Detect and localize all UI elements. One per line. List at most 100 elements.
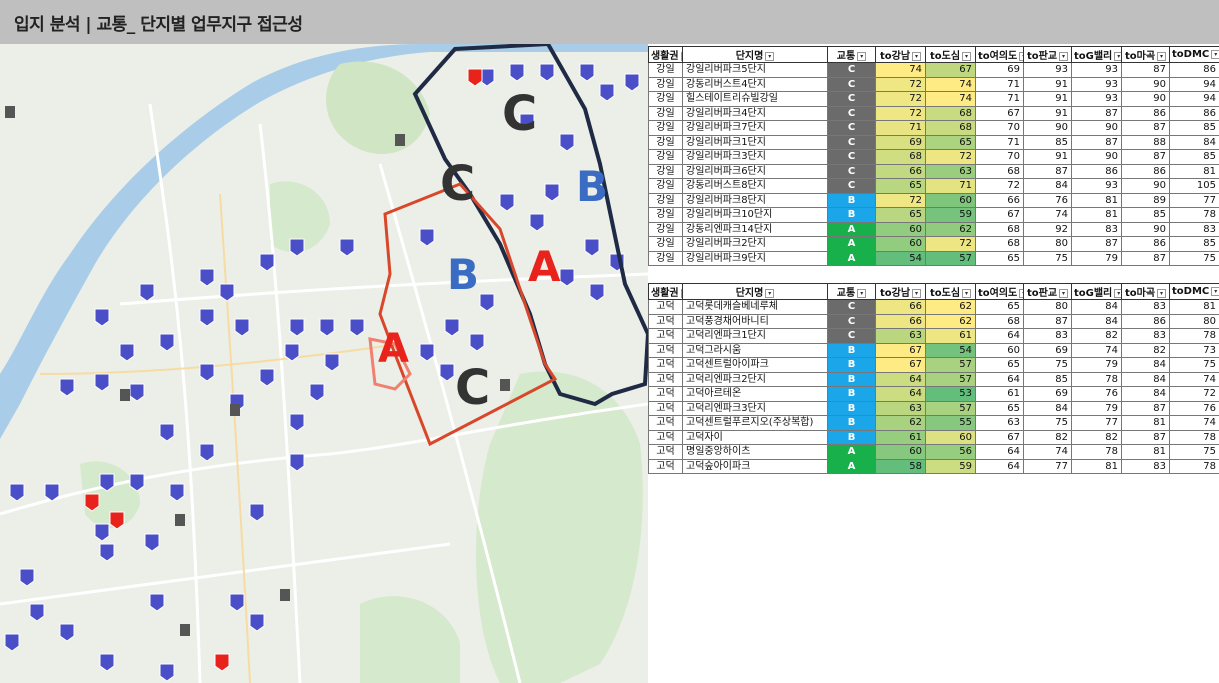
column-header[interactable]: to판교 ▾ [1023, 283, 1072, 300]
map-view[interactable]: C C B B A A C [0, 44, 648, 683]
transit-grade-badge: B [827, 357, 876, 373]
column-header[interactable]: toG밸리 ▾ [1071, 46, 1122, 63]
district-cell: 고덕 [648, 458, 683, 474]
travel-time-cell: 70 [975, 149, 1024, 165]
travel-time-cell: 72 [925, 149, 976, 165]
zone-letter-c-bottom: C [455, 360, 491, 416]
district-cell: 고덕 [648, 415, 683, 431]
column-header[interactable]: toDMC ▾ [1169, 46, 1219, 63]
travel-time-cell: 93 [1071, 178, 1122, 194]
filter-dropdown-icon[interactable]: ▾ [1059, 51, 1069, 61]
table-row: 강일 강일리버파크6단지 C 66 63 68 87 86 86 81 [648, 163, 1219, 179]
filter-dropdown-icon[interactable]: ▾ [1059, 288, 1069, 298]
complex-name-cell: 고덕센트럴푸르지오(주상복합) [682, 415, 828, 431]
column-header[interactable]: 생활권▾ [648, 46, 683, 63]
complex-name-cell: 강일리버파크5단지 [682, 62, 828, 78]
filter-dropdown-icon[interactable]: ▾ [962, 288, 972, 298]
column-header[interactable]: to도심 ▾ [925, 46, 976, 63]
district-cell: 강일 [648, 178, 683, 194]
travel-time-cell: 54 [875, 250, 926, 266]
column-header[interactable]: toDMC ▾ [1169, 283, 1219, 300]
travel-time-cell: 65 [975, 299, 1024, 315]
table-row: 고덕 고덕자이 B 61 60 67 82 82 87 78 [648, 429, 1219, 445]
transit-grade-badge: B [827, 400, 876, 416]
travel-time-cell: 81 [1169, 163, 1219, 179]
travel-time-cell: 75 [1169, 357, 1219, 373]
filter-dropdown-icon[interactable]: ▾ [912, 288, 922, 298]
travel-time-cell: 79 [1071, 250, 1122, 266]
column-header[interactable]: to강남 ▾ [875, 283, 926, 300]
transit-grade-badge: C [827, 91, 876, 107]
column-header[interactable]: to마곡 ▾ [1121, 283, 1170, 300]
table-row: 강일 강일리버파크2단지 A 60 72 68 80 87 86 85 [648, 236, 1219, 252]
travel-time-cell: 85 [1121, 207, 1170, 223]
complex-name-cell: 강일리버파크4단지 [682, 105, 828, 121]
travel-time-cell: 85 [1169, 149, 1219, 165]
travel-time-cell: 71 [975, 76, 1024, 92]
table-row: 강일 강일리버파크7단지 C 71 68 70 90 90 87 85 [648, 120, 1219, 136]
filter-dropdown-icon[interactable]: ▾ [765, 51, 775, 61]
travel-time-cell: 71 [975, 134, 1024, 150]
column-header[interactable]: to여의도▾ [975, 283, 1024, 300]
travel-time-cell: 87 [1121, 429, 1170, 445]
column-header[interactable]: to마곡 ▾ [1121, 46, 1170, 63]
filter-dropdown-icon[interactable]: ▾ [962, 51, 972, 61]
complex-name-cell: 고덕리엔파크3단지 [682, 400, 828, 416]
filter-dropdown-icon[interactable]: ▾ [857, 51, 867, 61]
district-cell: 강일 [648, 105, 683, 121]
travel-time-cell: 61 [925, 328, 976, 344]
travel-time-cell: 65 [975, 250, 1024, 266]
column-header-label: toDMC [1172, 49, 1210, 60]
travel-time-cell: 56 [925, 444, 976, 460]
column-header[interactable]: 단지명 ▾ [682, 46, 828, 63]
travel-time-cell: 68 [975, 313, 1024, 329]
filter-dropdown-icon[interactable]: ▾ [857, 288, 867, 298]
travel-time-cell: 84 [1023, 400, 1072, 416]
travel-time-cell: 78 [1169, 458, 1219, 474]
column-header-label: 단지명 [735, 51, 764, 62]
column-header[interactable]: to여의도▾ [975, 46, 1024, 63]
travel-time-cell: 63 [875, 400, 926, 416]
travel-time-cell: 87 [1071, 134, 1122, 150]
filter-dropdown-icon[interactable]: ▾ [1114, 288, 1121, 298]
travel-time-cell: 90 [1121, 91, 1170, 107]
column-header[interactable]: 단지명 ▾ [682, 283, 828, 300]
filter-dropdown-icon[interactable]: ▾ [1211, 49, 1219, 59]
travel-time-cell: 65 [975, 357, 1024, 373]
travel-time-cell: 87 [1023, 163, 1072, 179]
column-header[interactable]: 생활권▾ [648, 283, 683, 300]
column-header[interactable]: to판교 ▾ [1023, 46, 1072, 63]
filter-dropdown-icon[interactable]: ▾ [1157, 51, 1167, 61]
complex-name-cell: 고덕자이 [682, 429, 828, 445]
travel-time-cell: 64 [975, 328, 1024, 344]
travel-time-cell: 91 [1023, 105, 1072, 121]
column-header[interactable]: to강남 ▾ [875, 46, 926, 63]
filter-dropdown-icon[interactable]: ▾ [765, 288, 775, 298]
travel-time-cell: 78 [1169, 207, 1219, 223]
travel-time-cell: 83 [1121, 328, 1170, 344]
filter-dropdown-icon[interactable]: ▾ [1157, 288, 1167, 298]
column-header[interactable]: toG밸리 ▾ [1071, 283, 1122, 300]
travel-time-cell: 69 [975, 62, 1024, 78]
column-header[interactable]: 교통 ▾ [827, 46, 876, 63]
travel-time-cell: 78 [1169, 429, 1219, 445]
travel-time-cell: 91 [1023, 149, 1072, 165]
district-cell: 강일 [648, 221, 683, 237]
column-header[interactable]: 교통 ▾ [827, 283, 876, 300]
filter-dropdown-icon[interactable]: ▾ [1114, 51, 1121, 61]
travel-time-cell: 86 [1071, 163, 1122, 179]
column-header[interactable]: to도심 ▾ [925, 283, 976, 300]
district-cell: 고덕 [648, 357, 683, 373]
travel-time-cell: 65 [875, 207, 926, 223]
filter-dropdown-icon[interactable]: ▾ [912, 51, 922, 61]
transit-grade-badge: C [827, 134, 876, 150]
travel-time-cell: 84 [1169, 134, 1219, 150]
travel-time-cell: 54 [925, 342, 976, 358]
title-bar: 입지 분석 | 교통_ 단지별 업무지구 접근성 [0, 0, 1219, 44]
filter-dropdown-icon[interactable]: ▾ [1211, 286, 1219, 296]
district-cell: 강일 [648, 134, 683, 150]
travel-time-cell: 60 [975, 342, 1024, 358]
travel-time-cell: 86 [1121, 105, 1170, 121]
transit-grade-badge: C [827, 178, 876, 194]
column-header-label: 교통 [836, 51, 856, 62]
